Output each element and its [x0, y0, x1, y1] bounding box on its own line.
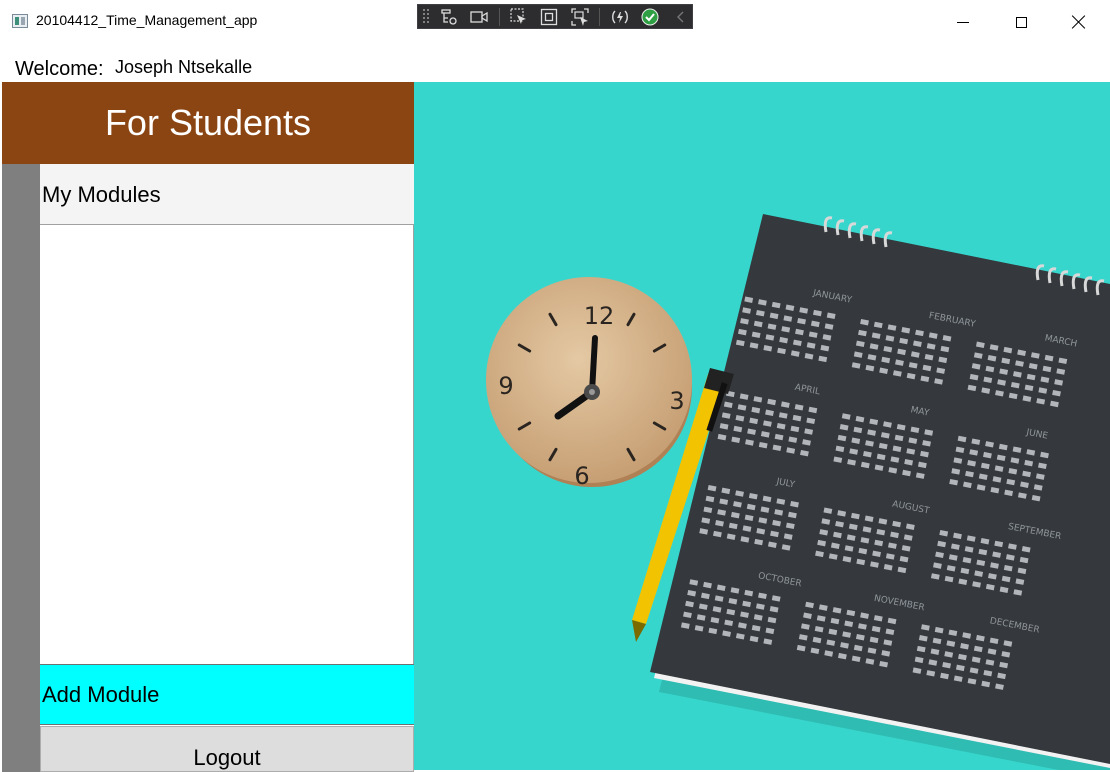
collapse-toolbar-button[interactable]	[669, 7, 692, 27]
app-window-icon	[12, 14, 28, 28]
toolbar-grip-icon[interactable]	[422, 8, 430, 25]
side-strip	[2, 164, 40, 772]
panel-header-title: For Students	[104, 102, 312, 143]
logout-button[interactable]: Logout	[40, 726, 414, 772]
status-ok-icon	[641, 8, 659, 25]
hot-reload-icon	[611, 10, 628, 23]
maximize-icon	[1015, 16, 1027, 28]
status-ok-button[interactable]	[639, 7, 662, 27]
collapse-icon	[676, 11, 684, 22]
welcome-label: Welcome:	[15, 58, 104, 80]
close-icon	[1072, 15, 1086, 29]
clock-numeral-6: 6	[574, 462, 589, 490]
toolbar-separator	[599, 7, 601, 26]
logout-label: Logout	[193, 745, 261, 770]
select-element-button[interactable]	[508, 7, 531, 27]
photo-illustration: JANUARYFEBRUARYMARCHAPRILMAYJUNEJULYAUGU…	[486, 214, 1110, 770]
toolbar-separator	[498, 7, 500, 26]
clock-numeral-12: 12	[584, 302, 615, 330]
clock-calendar-photo: JANUARY FEBRUARY MARCH APRIL MAY JUNE JULY AUGU…	[414, 82, 1110, 770]
live-visual-tree-icon	[441, 8, 457, 25]
maximize-button[interactable]	[992, 0, 1050, 44]
minimize-icon	[957, 21, 969, 23]
wooden-clock: 12 3 6 9	[486, 277, 692, 490]
live-visual-tree-button[interactable]	[438, 7, 461, 27]
track-focus-button[interactable]	[569, 7, 592, 27]
modules-section-label: My Modules	[42, 182, 161, 207]
hot-reload-button[interactable]	[608, 7, 631, 27]
add-module-label: Add Module	[42, 682, 160, 707]
record-button[interactable]	[468, 7, 491, 27]
modules-list[interactable]	[40, 225, 414, 664]
record-icon	[470, 10, 489, 23]
track-focus-icon	[571, 7, 589, 26]
layout-adorner-icon	[541, 8, 558, 25]
debug-toolbar	[417, 4, 693, 29]
layout-adorner-button[interactable]	[538, 7, 561, 27]
select-element-icon	[510, 7, 526, 24]
clock-numeral-9: 9	[498, 372, 513, 400]
clock-numeral-3: 3	[669, 387, 684, 415]
modules-section-title: My Modules	[40, 164, 414, 225]
add-module-button[interactable]: Add Module	[40, 664, 414, 725]
minimize-button[interactable]	[934, 0, 992, 44]
window-title: 20104412_Time_Management_app	[36, 12, 258, 28]
desk-calendar: JANUARYFEBRUARYMARCHAPRILMAYJUNEJULYAUGU…	[650, 214, 1110, 769]
close-button[interactable]	[1050, 0, 1108, 44]
welcome-username: Joseph Ntsekalle	[115, 57, 253, 77]
panel-header: For Students	[2, 82, 414, 164]
welcome-row: Welcome: Joseph Ntsekalle	[0, 44, 1110, 82]
